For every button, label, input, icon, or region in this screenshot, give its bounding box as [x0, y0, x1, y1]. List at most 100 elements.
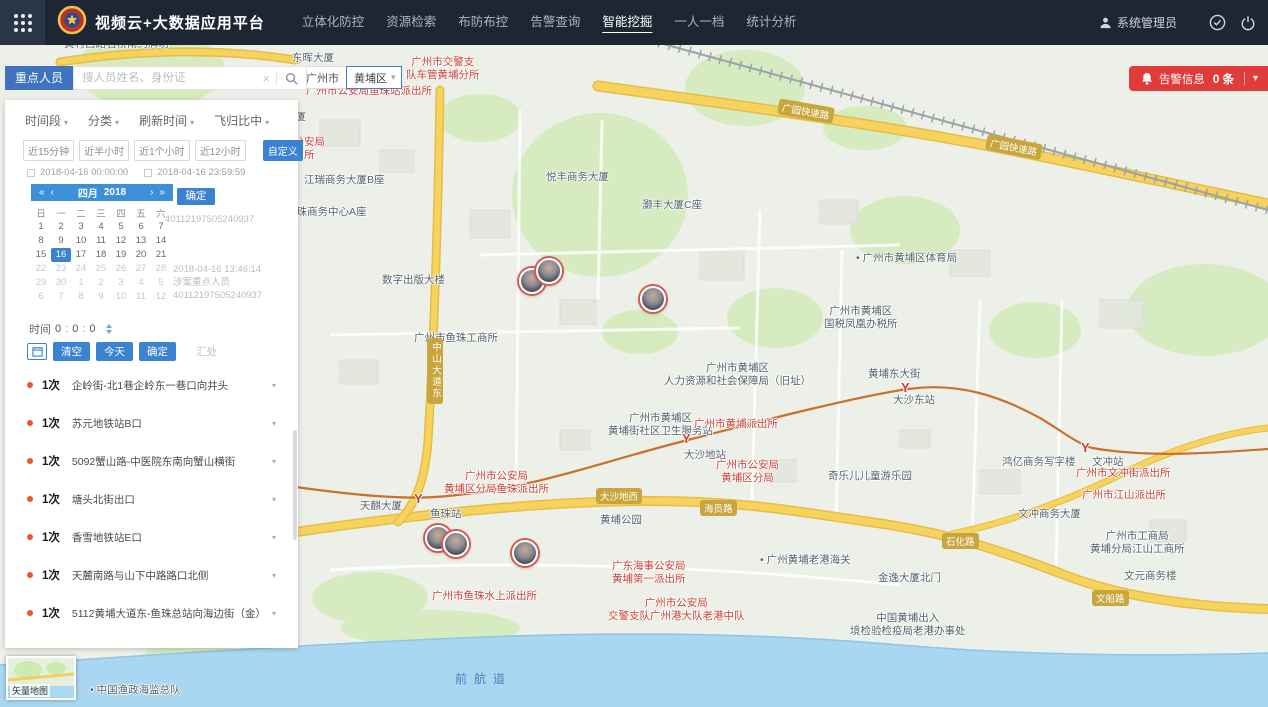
- cal-next-month-icon[interactable]: ›: [147, 187, 156, 198]
- cal-year-label[interactable]: 2018: [101, 187, 129, 198]
- filter-1[interactable]: 时间段▾: [25, 112, 68, 129]
- alarm-record-row[interactable]: 1次企岭街-北1巷企岭东一巷口向井头▾: [5, 366, 298, 404]
- filter-4[interactable]: 飞归比中▾: [214, 112, 269, 129]
- calendar-day[interactable]: 9: [91, 290, 111, 304]
- alarm-record-row[interactable]: 1次香雪地铁站E口▾: [5, 518, 298, 556]
- user-menu[interactable]: 系统管理员: [1099, 14, 1177, 31]
- calendar-day[interactable]: 5: [111, 220, 131, 234]
- panel-scrollbar[interactable]: [293, 430, 297, 540]
- nav-item-1[interactable]: 立体化防控: [291, 0, 376, 45]
- calendar-day[interactable]: 9: [51, 234, 71, 248]
- search-input[interactable]: [74, 72, 256, 84]
- calendar-day[interactable]: 1: [71, 276, 91, 290]
- tab-key-persons[interactable]: 重点人员: [5, 66, 73, 90]
- calendar-day[interactable]: 11: [91, 234, 111, 248]
- calendar-day[interactable]: 8: [71, 290, 91, 304]
- calendar-day[interactable]: 23: [51, 262, 71, 276]
- calendar-day[interactable]: 1: [31, 220, 51, 234]
- caret-down-icon[interactable]: ▾: [272, 571, 276, 580]
- calendar-day[interactable]: 8: [31, 234, 51, 248]
- person-marker[interactable]: [512, 540, 538, 566]
- quick-time-3[interactable]: 近1个小时: [134, 140, 190, 161]
- calendar-day[interactable]: 7: [51, 290, 71, 304]
- calendar-confirm-button[interactable]: 确定: [177, 188, 215, 205]
- today-button[interactable]: 今天: [96, 342, 133, 361]
- calendar-day[interactable]: 3: [71, 220, 91, 234]
- custom-time-button[interactable]: 自定义: [263, 140, 303, 161]
- confirm-button[interactable]: 确定: [139, 342, 176, 361]
- caret-down-icon[interactable]: ▾: [272, 495, 276, 504]
- alert-bar[interactable]: 告警信息 0 条 ▾: [1129, 66, 1268, 91]
- power-icon[interactable]: [1240, 15, 1256, 31]
- app-grid-icon[interactable]: [0, 0, 45, 45]
- calendar-day[interactable]: 17: [71, 248, 91, 262]
- alarm-record-row[interactable]: 1次苏元地铁站B口▾: [5, 404, 298, 442]
- calendar-day[interactable]: 6: [31, 290, 51, 304]
- map-type-label[interactable]: 矢量地图: [10, 684, 50, 697]
- calendar-day[interactable]: 18: [91, 248, 111, 262]
- checkbox-icon[interactable]: [27, 169, 35, 177]
- calendar-day[interactable]: 2: [51, 220, 71, 234]
- calendar-day[interactable]: 30: [51, 276, 71, 290]
- calendar-day[interactable]: 16: [51, 248, 71, 262]
- date-from[interactable]: 2018-04-16 00:00:00: [27, 167, 128, 178]
- checkbox-icon[interactable]: [144, 169, 152, 177]
- caret-down-icon[interactable]: ▾: [272, 419, 276, 428]
- clear-button[interactable]: 清空: [53, 342, 90, 361]
- nav-item-2[interactable]: 资源检索: [375, 0, 447, 45]
- cal-prev-month-icon[interactable]: ‹: [48, 187, 57, 198]
- calendar-day[interactable]: 2: [91, 276, 111, 290]
- time-value[interactable]: 0: [72, 323, 78, 335]
- filter-2[interactable]: 分类▾: [88, 112, 119, 129]
- verify-badge-icon[interactable]: [1209, 14, 1226, 31]
- calendar-icon-button[interactable]: [27, 343, 47, 360]
- calendar-day[interactable]: 29: [31, 276, 51, 290]
- time-stepper[interactable]: [106, 324, 112, 334]
- calendar-day[interactable]: 19: [111, 248, 131, 262]
- calendar-day[interactable]: 5: [151, 276, 171, 290]
- calendar-day[interactable]: 10: [71, 234, 91, 248]
- nav-item-5[interactable]: 智能挖掘: [591, 0, 663, 45]
- caret-down-icon[interactable]: ▾: [272, 609, 276, 618]
- date-to[interactable]: 2018-04-16 23:59:59: [144, 167, 245, 178]
- time-value[interactable]: 0: [55, 323, 61, 335]
- calendar-day[interactable]: 20: [131, 248, 151, 262]
- calendar-day[interactable]: 3: [111, 276, 131, 290]
- calendar-day[interactable]: 21: [151, 248, 171, 262]
- nav-item-4[interactable]: 告警查询: [519, 0, 591, 45]
- quick-time-4[interactable]: 近12小时: [195, 140, 246, 161]
- calendar-day[interactable]: 26: [111, 262, 131, 276]
- calendar-day[interactable]: 14: [151, 234, 171, 248]
- caret-down-icon[interactable]: ▾: [272, 533, 276, 542]
- calendar-day[interactable]: 4: [131, 276, 151, 290]
- calendar-day[interactable]: 4: [91, 220, 111, 234]
- search-clear-icon[interactable]: ×: [256, 71, 276, 86]
- person-marker[interactable]: [536, 258, 562, 284]
- calendar-day[interactable]: 15: [31, 248, 51, 262]
- calendar-day[interactable]: 10: [111, 290, 131, 304]
- calendar-day[interactable]: 12: [151, 290, 171, 304]
- calendar-day[interactable]: 24: [71, 262, 91, 276]
- step-down-icon[interactable]: [106, 330, 112, 334]
- nav-item-7[interactable]: 统计分析: [735, 0, 807, 45]
- alarm-record-row[interactable]: 1次5092蟹山路-中医院东南向蟹山横街▾: [5, 442, 298, 480]
- quick-time-2[interactable]: 近半小时: [79, 140, 129, 161]
- calendar-day[interactable]: 22: [31, 262, 51, 276]
- cal-prev-year-icon[interactable]: «: [36, 187, 48, 198]
- person-marker[interactable]: [443, 531, 469, 557]
- calendar-day[interactable]: 11: [131, 290, 151, 304]
- step-up-icon[interactable]: [106, 324, 112, 328]
- calendar-day[interactable]: 13: [131, 234, 151, 248]
- district-dropdown[interactable]: 黄埔区 ▾: [346, 66, 402, 89]
- calendar-day[interactable]: 25: [91, 262, 111, 276]
- cal-month-label[interactable]: 四月: [75, 185, 101, 200]
- calendar-day[interactable]: 27: [131, 262, 151, 276]
- nav-item-3[interactable]: 布防布控: [447, 0, 519, 45]
- caret-down-icon[interactable]: ▾: [272, 457, 276, 466]
- filter-3[interactable]: 刷新时间▾: [139, 112, 194, 129]
- nav-item-6[interactable]: 一人一档: [663, 0, 735, 45]
- alarm-record-row[interactable]: 1次天麓南路与山下中路路口北侧▾: [5, 556, 298, 594]
- time-value[interactable]: 0: [89, 323, 95, 335]
- search-icon[interactable]: [277, 72, 306, 85]
- calendar-day[interactable]: 28: [151, 262, 171, 276]
